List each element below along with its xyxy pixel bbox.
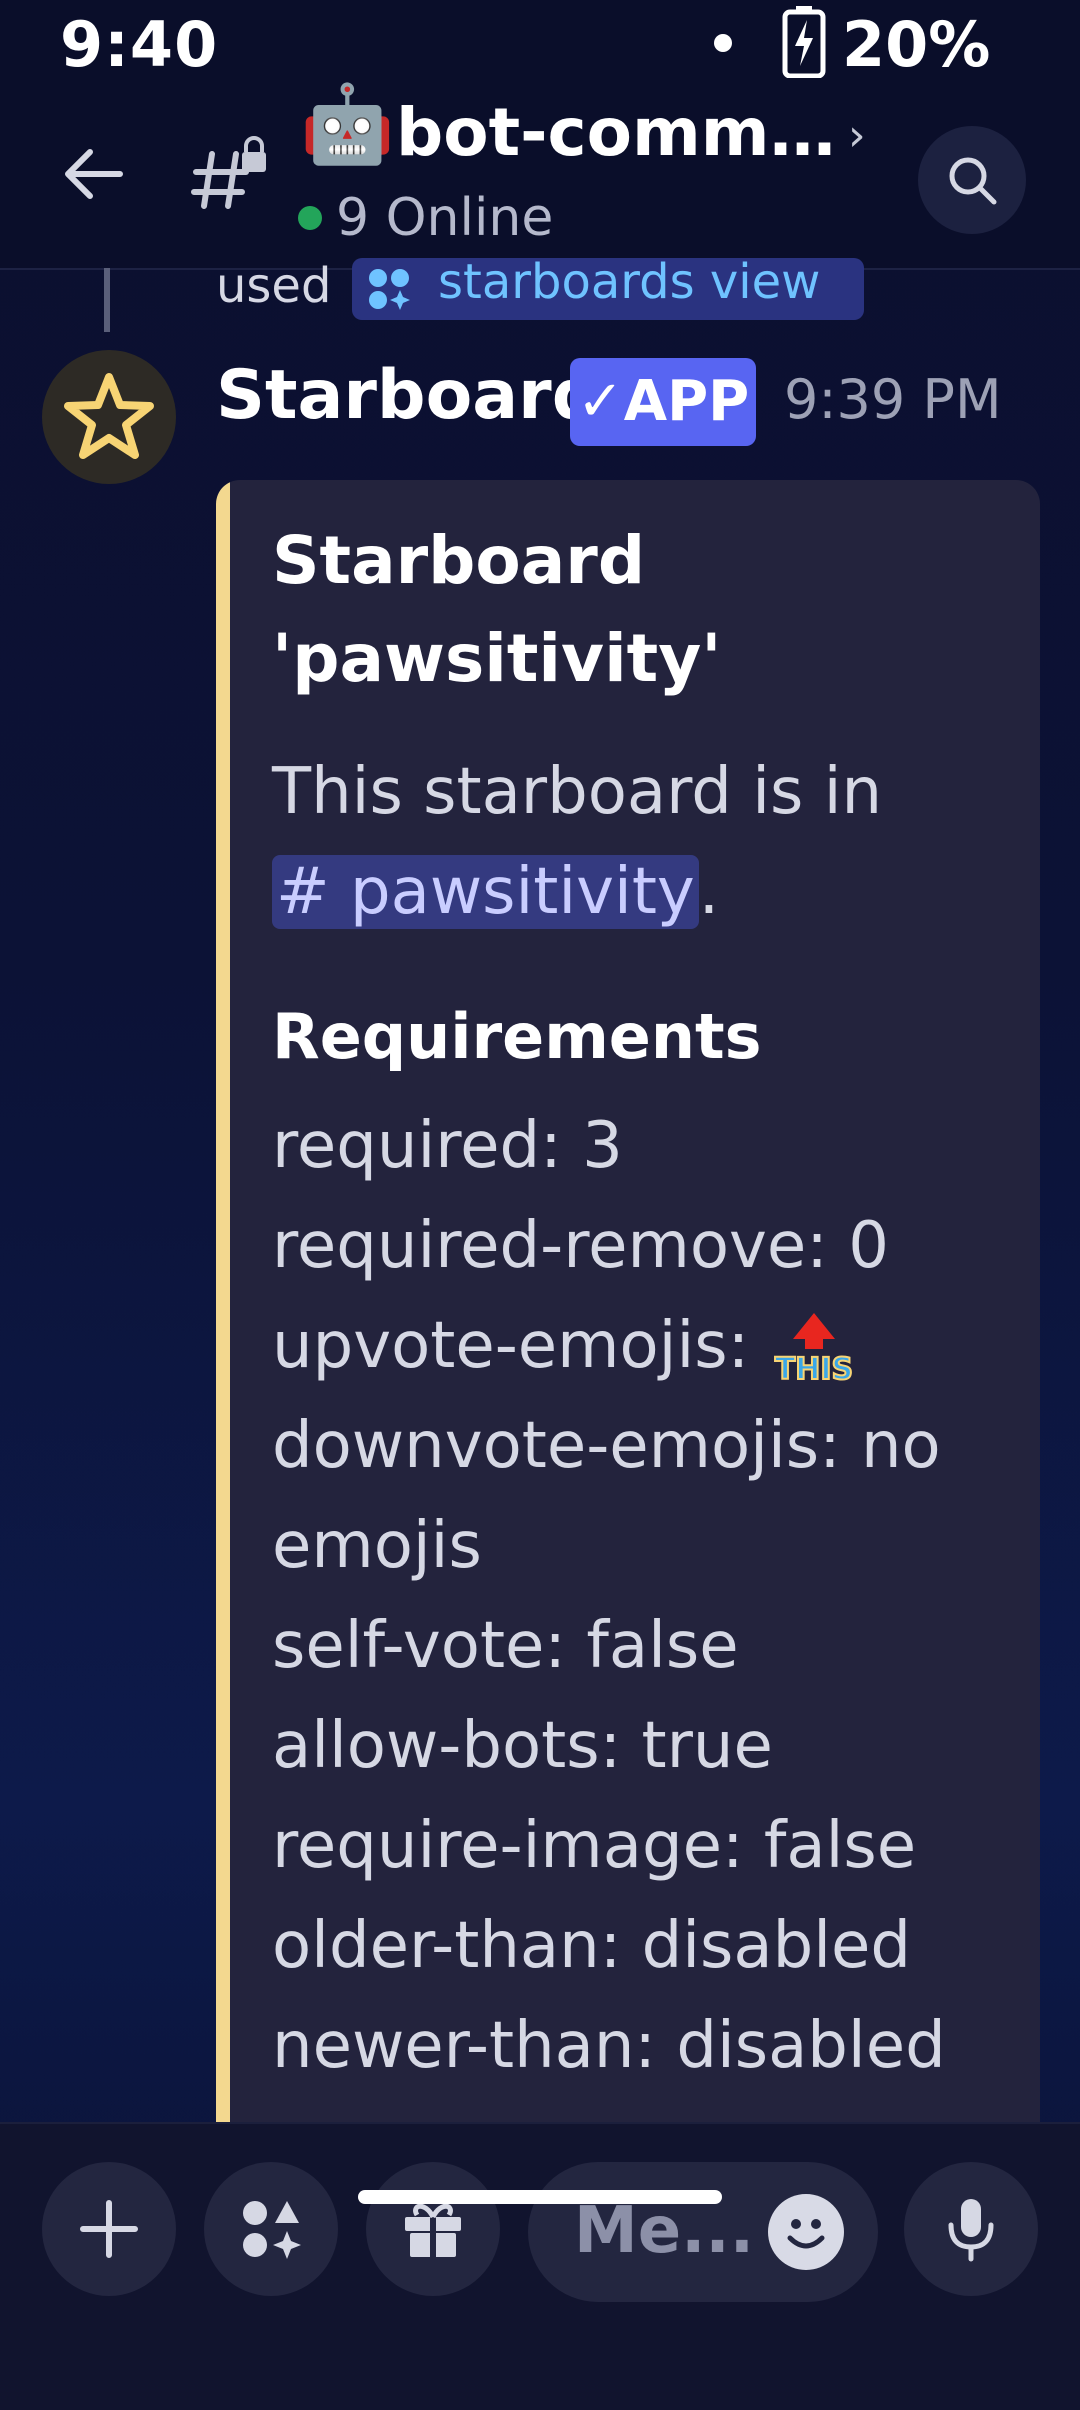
requirement-item: allow-bots: true [272,1709,773,1783]
this-arrow-emoji-icon[interactable]: THIS [769,1313,859,1388]
requirement-item: newer-than: disabled [272,2009,946,2083]
gift-button[interactable] [366,2162,500,2296]
back-arrow-icon[interactable] [58,138,130,210]
emoji-button[interactable] [768,2194,844,2270]
app-badge: ✓APP [570,358,756,446]
requirement-item: upvote-emojis: THIS [272,1296,1012,1396]
emoji-icon [787,2219,825,2249]
battery-percent: 20% [842,8,991,81]
slash-command-text: starboards view [438,258,821,310]
requirement-item: required: 3 [272,1109,623,1183]
requirement-item: require-image: false [272,1809,917,1883]
gift-icon [405,2203,461,2257]
reply-connector [104,268,110,332]
embed-card: Starboard 'pawsitivity' This starboard i… [216,480,1040,2140]
notification-dot-icon [714,34,732,52]
message-composer: Me... [0,2122,1080,2410]
microphone-icon [948,2199,994,2262]
apps-icon [243,2201,301,2259]
plus-icon [80,2200,138,2258]
chevron-right-icon[interactable]: › [848,110,866,161]
requirement-item: downvote-emojis: no [272,1409,941,1483]
channel-emoji: 🤖 [300,79,395,168]
channel-title[interactable]: bot-comm... [396,94,836,171]
reply-used-label: used [216,258,332,314]
emoji-text: THIS [775,1352,853,1385]
battery-charging-icon [782,6,826,78]
search-icon [949,157,997,205]
voice-message-button[interactable] [904,2162,1038,2296]
status-time: 9:40 [60,8,219,81]
message-placeholder: Me... [574,2194,755,2268]
online-count: 9 Online [336,188,554,248]
desc-text: . [698,855,720,929]
channel-header: 🤖 bot-comm... › 9 Online [0,86,1080,270]
apps-button[interactable] [204,2162,338,2296]
app-command-icon [369,269,410,310]
requirement-item: required-remove: 0 [272,1209,889,1283]
search-button[interactable] [918,126,1026,234]
channel-mention[interactable]: # pawsitivity [272,855,699,929]
embed-title: Starboard 'pawsitivity' [272,512,721,708]
add-attachment-button[interactable] [42,2162,176,2296]
star-icon [64,373,154,459]
home-indicator[interactable] [358,2190,722,2204]
message-author[interactable]: Starboard [216,356,600,435]
slash-command-chip[interactable]: starboards view [352,258,864,320]
message-timestamp: 9:39 PM [784,368,1002,431]
requirement-item: emojis [272,1509,482,1583]
embed-field-title: Requirements [272,1000,762,1073]
requirements-list: required: 3 required-remove: 0 upvote-em… [272,1096,1012,2096]
embed-description: This starboard is in # pawsitivity. [272,742,1012,942]
requirement-text: upvote-emojis: [272,1309,770,1383]
embed-title-line: 'pawsitivity' [272,620,722,697]
desc-text: This starboard is in [272,755,883,829]
message-input[interactable]: Me... [528,2162,878,2302]
embed-title-line: Starboard [272,522,646,599]
requirement-item: self-vote: false [272,1609,739,1683]
requirement-item: older-than: disabled [272,1909,911,1983]
status-bar: 9:40 20% [0,0,1080,90]
embed-accent-bar [216,480,230,2140]
online-status-icon [298,206,322,230]
locked-channel-hash-icon [191,136,266,209]
avatar[interactable] [42,350,176,484]
